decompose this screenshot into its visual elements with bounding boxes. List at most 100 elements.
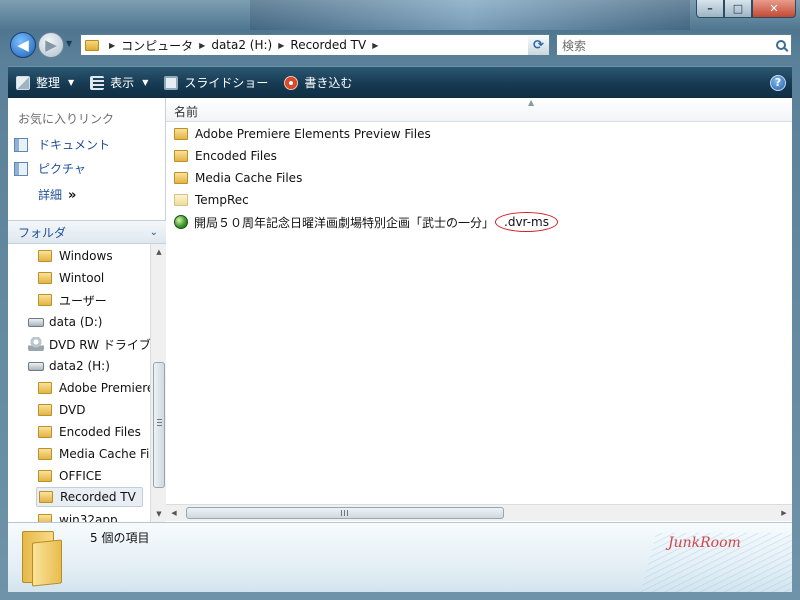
folder-icon <box>38 382 52 394</box>
media-file-icon <box>174 215 188 229</box>
tree-item-users[interactable]: ユーザー <box>38 290 107 310</box>
refresh-button[interactable]: ⟳ <box>528 34 550 56</box>
tree-item-label: Encoded Files <box>59 425 141 439</box>
organize-button[interactable]: 整理 ▼ <box>8 67 82 98</box>
tree-item-label: OFFICE <box>59 469 102 483</box>
double-chevron-icon: » <box>68 188 77 203</box>
tree-item-windows[interactable]: Windows <box>38 246 113 266</box>
breadcrumb-drive[interactable]: data2 (H:) <box>211 38 272 52</box>
tree-item-label: Adobe Premiere <box>59 381 150 395</box>
tree-item-label: Media Cache Fi <box>59 447 150 461</box>
minimize-button[interactable]: – <box>696 0 724 18</box>
scroll-right-icon[interactable]: ▶ <box>776 505 792 521</box>
search-input[interactable]: 検索 <box>556 34 792 56</box>
tree-item-encoded-files[interactable]: Encoded Files <box>38 422 141 442</box>
breadcrumb-folder[interactable]: Recorded TV <box>290 38 366 52</box>
breadcrumb-separator-icon[interactable]: ▶ <box>109 41 115 50</box>
file-row[interactable]: 開局５０周年記念日曜洋画劇場特別企画「武士の一分」 .dvr-ms <box>174 212 558 232</box>
folders-header-label: フォルダ <box>18 225 67 240</box>
window-frame: – □ ✕ ◀ ▶ ▼ ▶ コンピュータ ▶ data2 (H:) ▶ Reco… <box>0 0 800 600</box>
history-dropdown-icon[interactable]: ▼ <box>66 39 76 49</box>
maximize-button[interactable]: □ <box>724 0 752 18</box>
folder-icon <box>39 491 53 503</box>
favorites-more-link[interactable]: 詳細 » <box>38 186 76 203</box>
tree-item-dvd[interactable]: DVD <box>38 400 85 420</box>
scroll-down-icon[interactable]: ▼ <box>151 506 167 522</box>
slideshow-label: スライドショー <box>184 76 269 90</box>
title-bar-background <box>250 0 690 30</box>
search-icon[interactable] <box>776 40 786 50</box>
tree-item-data-d[interactable]: data (D:) <box>28 312 103 332</box>
tree-item-media-cache[interactable]: Media Cache Fi <box>38 444 149 464</box>
tree-item-label: data2 (H:) <box>49 359 110 373</box>
favorite-link-pictures[interactable]: ピクチャ <box>14 160 86 177</box>
view-button[interactable]: 表示 ▼ <box>82 67 156 98</box>
tree-item-dvd-drive[interactable]: DVD RW ドライブ <box>28 334 150 354</box>
breadcrumb-computer[interactable]: コンピュータ <box>121 37 193 54</box>
dvd-drive-icon <box>28 337 44 351</box>
forward-button[interactable]: ▶ <box>38 32 64 58</box>
breadcrumb-separator-icon[interactable]: ▶ <box>199 41 205 50</box>
breadcrumb-separator-icon[interactable]: ▶ <box>278 41 284 50</box>
column-header-name[interactable]: 名前 <box>174 103 198 120</box>
hard-drive-icon <box>28 361 44 371</box>
documents-icon <box>14 137 28 152</box>
window-controls: – □ ✕ <box>696 0 796 18</box>
folder-icon <box>38 294 52 306</box>
favorites-header: お気に入りリンク <box>18 112 115 126</box>
folder-icon <box>38 448 52 460</box>
help-icon[interactable]: ? <box>770 74 786 91</box>
sort-ascending-icon: ▲ <box>528 98 535 107</box>
pictures-icon <box>14 161 28 176</box>
folder-icon <box>38 404 52 416</box>
tree-item-adobe-premiere[interactable]: Adobe Premiere <box>38 378 150 398</box>
favorite-link-label: ピクチャ <box>38 162 86 176</box>
folder-icon <box>38 272 52 284</box>
file-row[interactable]: Media Cache Files <box>174 168 302 188</box>
file-list-horizontal-scrollbar[interactable]: ◀ ▶ <box>166 504 792 521</box>
file-row[interactable]: Encoded Files <box>174 146 277 166</box>
grip-icon <box>341 510 349 516</box>
tree-item-label: Wintool <box>59 271 105 285</box>
back-button[interactable]: ◀ <box>10 32 36 58</box>
tree-item-wintool[interactable]: Wintool <box>38 268 104 288</box>
folder-tree-scrollbar[interactable]: ▲ ▼ <box>150 244 166 522</box>
scroll-left-icon[interactable]: ◀ <box>166 505 182 521</box>
grip-icon <box>157 419 162 427</box>
tree-item-recorded-tv[interactable]: Recorded TV <box>36 487 143 507</box>
favorite-link-label: ドキュメント <box>38 138 111 152</box>
organize-label: 整理 <box>36 76 61 90</box>
organize-icon <box>16 75 30 90</box>
folders-header[interactable]: フォルダ ⌄ <box>8 220 166 244</box>
slideshow-icon <box>164 75 179 90</box>
breadcrumb-separator-icon[interactable]: ▶ <box>372 41 378 50</box>
folder-icon <box>38 250 52 262</box>
command-toolbar: 整理 ▼ 表示 ▼ スライドショー 書き込む ? <box>8 66 792 98</box>
file-name: Encoded Files <box>195 149 277 163</box>
folder-icon <box>85 39 99 51</box>
folder-icon <box>174 150 188 162</box>
favorite-link-documents[interactable]: ドキュメント <box>14 136 110 153</box>
view-icon <box>90 75 105 90</box>
folder-icon <box>174 128 188 140</box>
burn-button[interactable]: 書き込む <box>276 67 360 98</box>
brand-watermark: JunkRoom <box>668 535 741 551</box>
tree-item-data2-h[interactable]: data2 (H:) <box>28 356 110 376</box>
scroll-thumb[interactable] <box>153 362 165 488</box>
scroll-up-icon[interactable]: ▲ <box>151 244 167 260</box>
file-row[interactable]: Adobe Premiere Elements Preview Files <box>174 124 431 144</box>
folder-icon <box>38 470 52 482</box>
address-bar[interactable]: ▶ コンピュータ ▶ data2 (H:) ▶ Recorded TV ▶ ▼ <box>80 34 546 56</box>
chevron-down-icon: ⌄ <box>149 226 158 238</box>
close-button[interactable]: ✕ <box>752 0 796 18</box>
file-name: TempRec <box>195 193 249 207</box>
file-extension-highlight: .dvr-ms <box>495 212 558 232</box>
scroll-thumb[interactable] <box>186 507 504 519</box>
file-row[interactable]: TempRec <box>174 190 249 210</box>
slideshow-button[interactable]: スライドショー <box>156 67 276 98</box>
file-name: Adobe Premiere Elements Preview Files <box>195 127 431 141</box>
tree-item-win32app[interactable]: win32app <box>38 510 118 522</box>
search-placeholder: 検索 <box>562 38 587 53</box>
dropdown-arrow-icon: ▼ <box>142 78 149 87</box>
tree-item-office[interactable]: OFFICE <box>38 466 102 486</box>
